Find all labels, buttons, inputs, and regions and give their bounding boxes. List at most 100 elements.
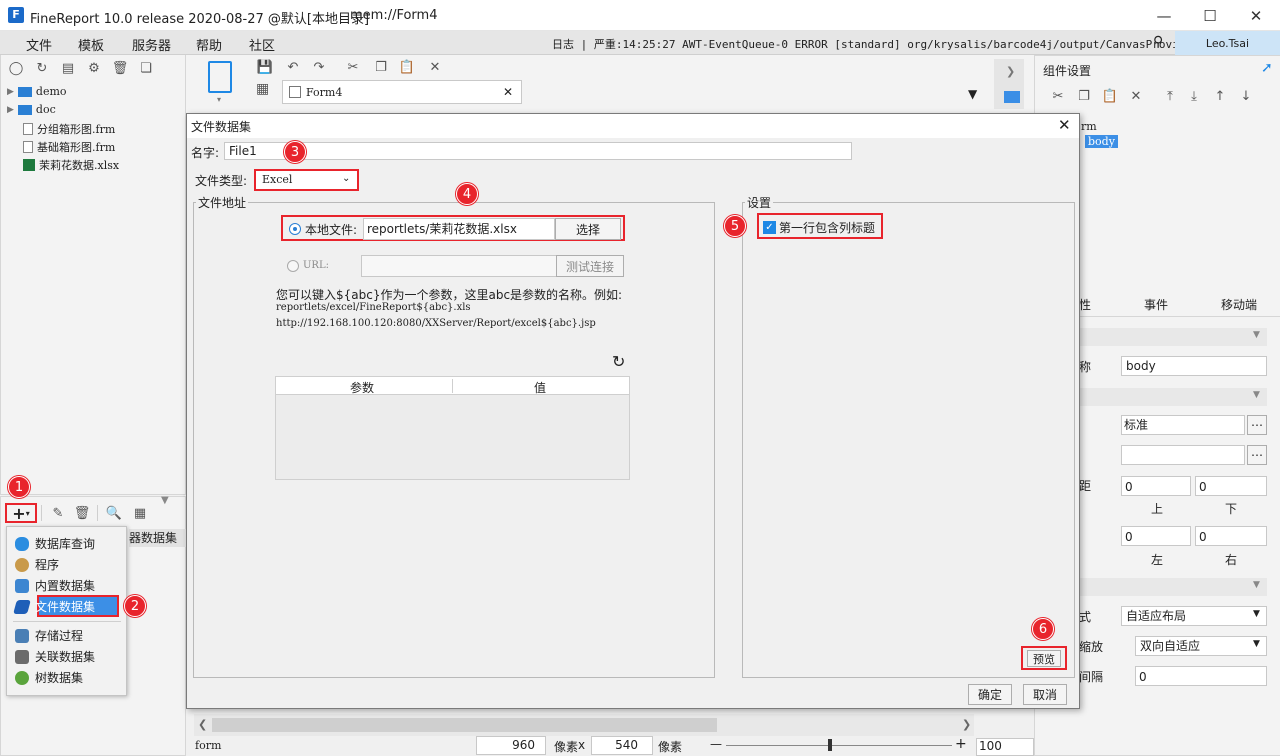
copy-icon[interactable]: ❐ (1075, 87, 1093, 105)
close-tab-icon[interactable]: ✕ (503, 85, 513, 99)
preview-button[interactable]: 预览 (1027, 650, 1061, 667)
column-header-value[interactable]: 值 (534, 379, 546, 396)
choose-file-button[interactable]: 选择 (555, 218, 621, 240)
chevron-down-icon[interactable]: ▼ (1253, 330, 1260, 340)
paste-icon[interactable]: 📋 (398, 58, 416, 76)
chevron-down-icon[interactable]: ▼ (1253, 580, 1260, 590)
close-window-button[interactable]: ✕ (1233, 0, 1279, 31)
collapse-icon[interactable]: ➚ (1261, 60, 1273, 76)
style-input[interactable]: 标准 (1121, 415, 1245, 435)
tree-item-file[interactable]: 基础箱形图.frm (23, 139, 115, 155)
move-top-icon[interactable]: ⤒ (1161, 87, 1179, 105)
chevron-down-icon[interactable]: ▼ (1253, 609, 1260, 619)
url-input[interactable] (361, 255, 557, 277)
form-widget-icon[interactable] (208, 61, 232, 93)
widget-name-input[interactable]: body (1121, 356, 1267, 376)
padding-left-stepper[interactable]: 0 (1121, 526, 1191, 546)
menu-server[interactable]: 服务器 (132, 35, 171, 54)
tree-item-file[interactable]: 分组箱形图.frm (23, 121, 115, 137)
tab-mobile[interactable]: 移动端 (1197, 296, 1280, 313)
menu-item-tree-dataset[interactable]: 树数据集 (15, 669, 83, 686)
paste-icon[interactable]: 📋 (1101, 87, 1119, 105)
zoom-slider-handle[interactable] (828, 739, 832, 751)
background-input[interactable] (1121, 445, 1245, 465)
undo-icon[interactable]: ↶ (284, 58, 302, 76)
tree-node-form[interactable]: rm (1081, 120, 1097, 133)
zoom-value[interactable]: 100 (976, 738, 1034, 756)
menu-file[interactable]: 文件 (26, 35, 52, 54)
menu-template[interactable]: 模板 (78, 35, 104, 54)
chevron-down-icon[interactable]: ⌄ (342, 173, 350, 184)
log-message[interactable]: 日志 | 严重:14:25:27 AWT-EventQueue-0 ERROR … (552, 36, 1199, 52)
cut-icon[interactable]: ✂ (344, 58, 362, 76)
move-bottom-icon[interactable]: ⤓ (1185, 87, 1203, 105)
collapse-icon[interactable]: ❏ (137, 59, 155, 77)
move-down-icon[interactable]: ↓ (1237, 87, 1255, 105)
redo-icon[interactable]: ↷ (310, 58, 328, 76)
maximize-button[interactable]: ☐ (1187, 0, 1233, 31)
url-radio[interactable] (287, 260, 299, 272)
menu-help[interactable]: 帮助 (196, 35, 222, 54)
chevron-down-icon[interactable]: ▼ (1253, 639, 1260, 649)
tree-item-doc[interactable]: ▶ doc (7, 103, 56, 116)
style-more-button[interactable]: ⋯ (1247, 415, 1267, 435)
new-folder-icon[interactable]: ◯ (7, 59, 25, 77)
tab-form4[interactable]: Form4 ✕ (282, 80, 522, 104)
cancel-button[interactable]: 取消 (1023, 684, 1067, 705)
move-up-icon[interactable]: ↑ (1211, 87, 1229, 105)
tab-list-icon[interactable]: ▼ (968, 87, 977, 101)
preview-data-icon[interactable]: 🔍 (105, 504, 123, 522)
refresh-params-icon[interactable]: ↻ (612, 352, 625, 371)
menu-item-stored-procedure[interactable]: 存储过程 (15, 627, 83, 644)
collapse-arrow-icon[interactable]: ▼ (161, 495, 169, 506)
file-type-select[interactable]: Excel ⌄ (254, 169, 359, 191)
dropdown-blue-icon[interactable] (1004, 91, 1020, 103)
first-row-header-checkbox[interactable]: ✓ (763, 221, 776, 234)
server-dataset-tab[interactable]: 器数据集 (129, 529, 187, 547)
chevron-left-icon[interactable]: ❮ (198, 718, 207, 731)
delete-icon[interactable]: 🗑 (111, 59, 129, 77)
tree-node-body[interactable]: body (1085, 135, 1118, 148)
copy-icon[interactable]: ❐ (372, 58, 390, 76)
add-dataset-button[interactable]: + ▾ (5, 503, 37, 523)
chevron-right-icon[interactable]: ❯ (962, 718, 971, 731)
tree-item-file[interactable]: 茉莉花数据.xlsx (23, 157, 119, 173)
edit-icon[interactable]: ✎ (49, 504, 67, 522)
layout-select[interactable]: 自适应布局 (1121, 606, 1267, 626)
height-input[interactable]: 540 (591, 736, 653, 755)
close-dialog-icon[interactable]: ✕ (1058, 116, 1071, 134)
scroll-thumb[interactable] (212, 718, 717, 732)
background-more-button[interactable]: ⋯ (1247, 445, 1267, 465)
local-file-path-input[interactable]: reportlets/茉莉花数据.xlsx (363, 218, 555, 240)
dropdown-arrow-icon[interactable]: ▾ (217, 95, 221, 104)
delete-icon[interactable]: ✕ (426, 58, 444, 76)
local-file-radio[interactable] (289, 223, 301, 235)
menu-item-program[interactable]: 程序 (15, 556, 59, 573)
menu-item-related-dataset[interactable]: 关联数据集 (15, 648, 95, 665)
section-header[interactable] (1079, 578, 1267, 596)
delete-icon[interactable]: 🗑 (73, 504, 91, 522)
menu-item-file-dataset[interactable]: 文件数据集 (13, 598, 95, 615)
padding-right-stepper[interactable]: 0 (1195, 526, 1267, 546)
dataset-name-input[interactable]: File1 (224, 142, 852, 160)
gap-stepper[interactable]: 0 (1135, 666, 1267, 686)
tab-properties[interactable]: 性 (1079, 296, 1115, 313)
zoom-slider[interactable] (726, 745, 952, 746)
width-input[interactable]: 960 (476, 736, 546, 755)
chevron-down-icon[interactable]: ▼ (1253, 390, 1260, 400)
grid-icon[interactable]: ▦ (256, 81, 276, 101)
menu-item-database-query[interactable]: 数据库查询 (15, 535, 95, 552)
section-header[interactable] (1079, 388, 1267, 406)
delete-icon[interactable]: ✕ (1127, 87, 1145, 105)
save-icon[interactable]: 💾 (256, 58, 274, 76)
padding-top-stepper[interactable]: 0 (1121, 476, 1191, 496)
zoom-in-icon[interactable]: + (955, 736, 967, 752)
cut-icon[interactable]: ✂ (1049, 87, 1067, 105)
settings-icon[interactable]: ⚙ (85, 59, 103, 77)
user-name[interactable]: Leo.Tsai (1175, 31, 1280, 55)
menu-item-builtin-dataset[interactable]: 内置数据集 (15, 577, 95, 594)
refresh-icon[interactable]: ↻ (33, 59, 51, 77)
open-icon[interactable]: ▤ (59, 59, 77, 77)
chevron-right-icon[interactable]: ❯ (1006, 65, 1015, 78)
tab-events[interactable]: 事件 (1115, 296, 1197, 313)
